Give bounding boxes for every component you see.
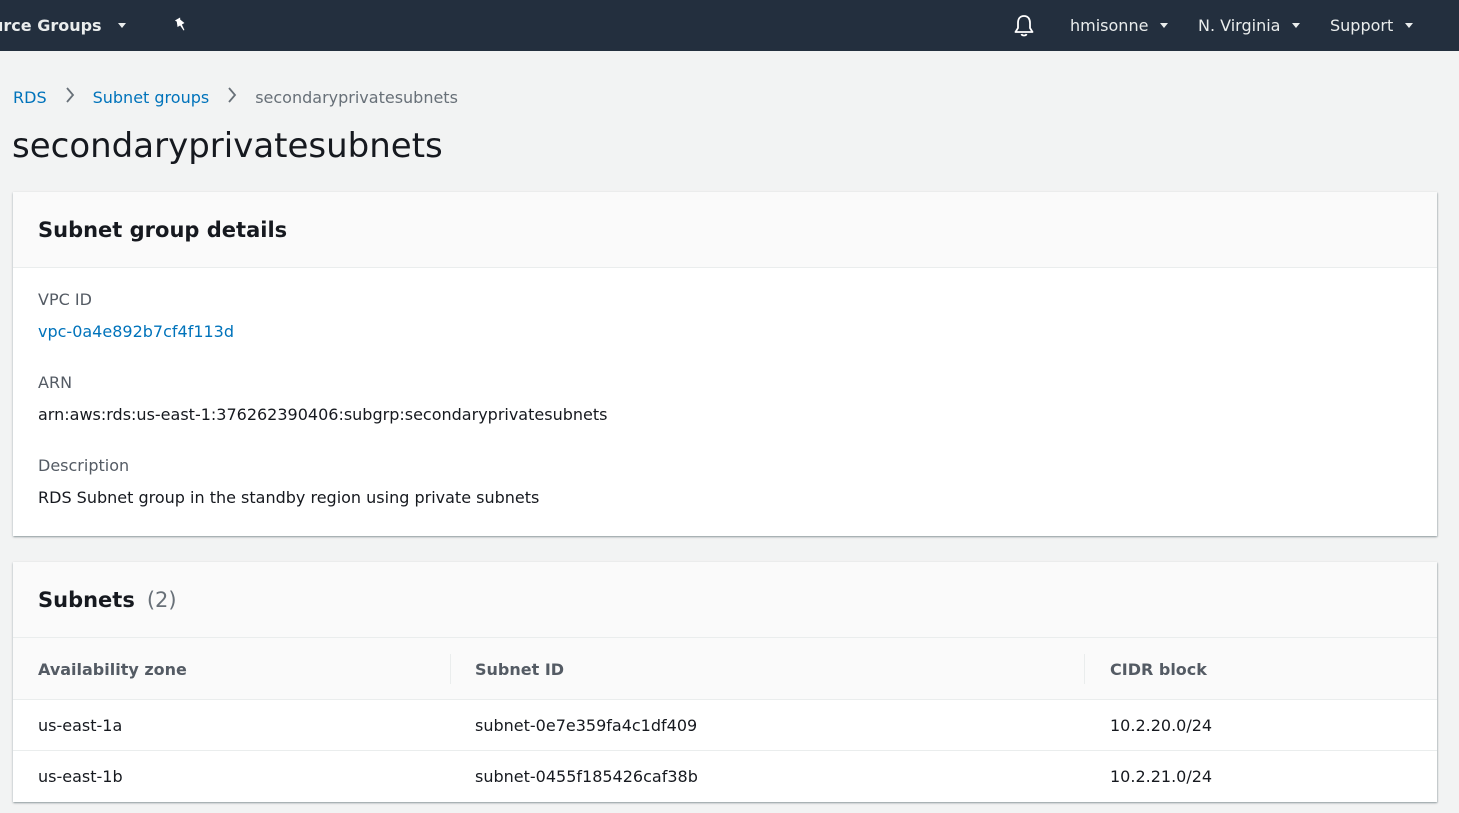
chevron-right-icon bbox=[47, 87, 93, 107]
bell-icon bbox=[1014, 14, 1034, 36]
vpc-id-label: VPC ID bbox=[38, 290, 92, 309]
panel-title: Subnet group details bbox=[38, 217, 288, 242]
panel-header: Subnet group details bbox=[13, 192, 1437, 268]
top-navigation-bar: urce Groups hmisonne N. Virginia Support bbox=[0, 0, 1459, 51]
breadcrumb-subnet-groups[interactable]: Subnet groups bbox=[93, 88, 210, 107]
support-menu[interactable]: Support bbox=[1330, 0, 1414, 51]
panel-header: Subnets (2) bbox=[13, 562, 1437, 638]
chevron-down-icon bbox=[1160, 23, 1169, 28]
arn-label: ARN bbox=[38, 373, 73, 392]
description-label: Description bbox=[38, 456, 130, 475]
chevron-down-icon bbox=[1405, 23, 1414, 28]
support-label: Support bbox=[1330, 16, 1394, 35]
cidr-block-cell: 10.2.21.0/24 bbox=[1110, 767, 1213, 786]
column-divider[interactable] bbox=[1084, 654, 1085, 684]
username-label: hmisonne bbox=[1070, 16, 1149, 35]
vpc-id-link[interactable]: vpc-0a4e892b7cf4f113d bbox=[38, 322, 234, 341]
resource-groups-label: urce Groups bbox=[0, 16, 102, 35]
chevron-down-icon bbox=[1292, 23, 1301, 28]
region-label: N. Virginia bbox=[1198, 16, 1281, 35]
subnet-group-details-panel: Subnet group details VPC ID vpc-0a4e892b… bbox=[13, 192, 1437, 536]
pin-icon[interactable] bbox=[172, 0, 190, 51]
subnet-count: (2) bbox=[146, 587, 177, 612]
pin-icon-svg bbox=[174, 16, 185, 30]
subnets-table: Availability zone Subnet ID CIDR block u… bbox=[13, 638, 1437, 802]
table-row: us-east-1a subnet-0e7e359fa4c1df409 10.2… bbox=[13, 700, 1437, 751]
breadcrumb: RDS Subnet groups secondaryprivatesubnet… bbox=[13, 85, 458, 109]
column-header-cidr-block[interactable]: CIDR block bbox=[1110, 638, 1207, 700]
account-menu[interactable]: hmisonne bbox=[1070, 0, 1169, 51]
column-header-subnet-id[interactable]: Subnet ID bbox=[475, 638, 564, 700]
arn-value: arn:aws:rds:us-east-1:376262390406:subgr… bbox=[38, 405, 608, 424]
column-header-availability-zone[interactable]: Availability zone bbox=[38, 638, 187, 700]
table-header: Availability zone Subnet ID CIDR block bbox=[13, 638, 1437, 700]
availability-zone-cell: us-east-1a bbox=[38, 716, 123, 735]
table-row: us-east-1b subnet-0455f185426caf38b 10.2… bbox=[13, 751, 1437, 802]
page-title: secondaryprivatesubnets bbox=[12, 126, 443, 166]
notifications-bell-icon[interactable] bbox=[1013, 0, 1035, 51]
region-selector[interactable]: N. Virginia bbox=[1198, 0, 1301, 51]
column-divider[interactable] bbox=[450, 654, 451, 684]
cidr-block-cell: 10.2.20.0/24 bbox=[1110, 716, 1213, 735]
availability-zone-cell: us-east-1b bbox=[38, 767, 123, 786]
chevron-right-icon bbox=[209, 87, 255, 107]
breadcrumb-rds[interactable]: RDS bbox=[13, 88, 47, 107]
panel-title: Subnets bbox=[38, 587, 135, 612]
subnet-id-link[interactable]: subnet-0e7e359fa4c1df409 bbox=[475, 700, 697, 751]
subnet-id-link[interactable]: subnet-0455f185426caf38b bbox=[475, 751, 698, 802]
subnets-panel: Subnets (2) Availability zone Subnet ID … bbox=[13, 562, 1437, 802]
resource-groups-menu[interactable]: urce Groups bbox=[0, 0, 126, 51]
chevron-down-icon bbox=[117, 23, 126, 28]
description-value: RDS Subnet group in the standby region u… bbox=[38, 488, 540, 507]
breadcrumb-current: secondaryprivatesubnets bbox=[255, 87, 458, 107]
